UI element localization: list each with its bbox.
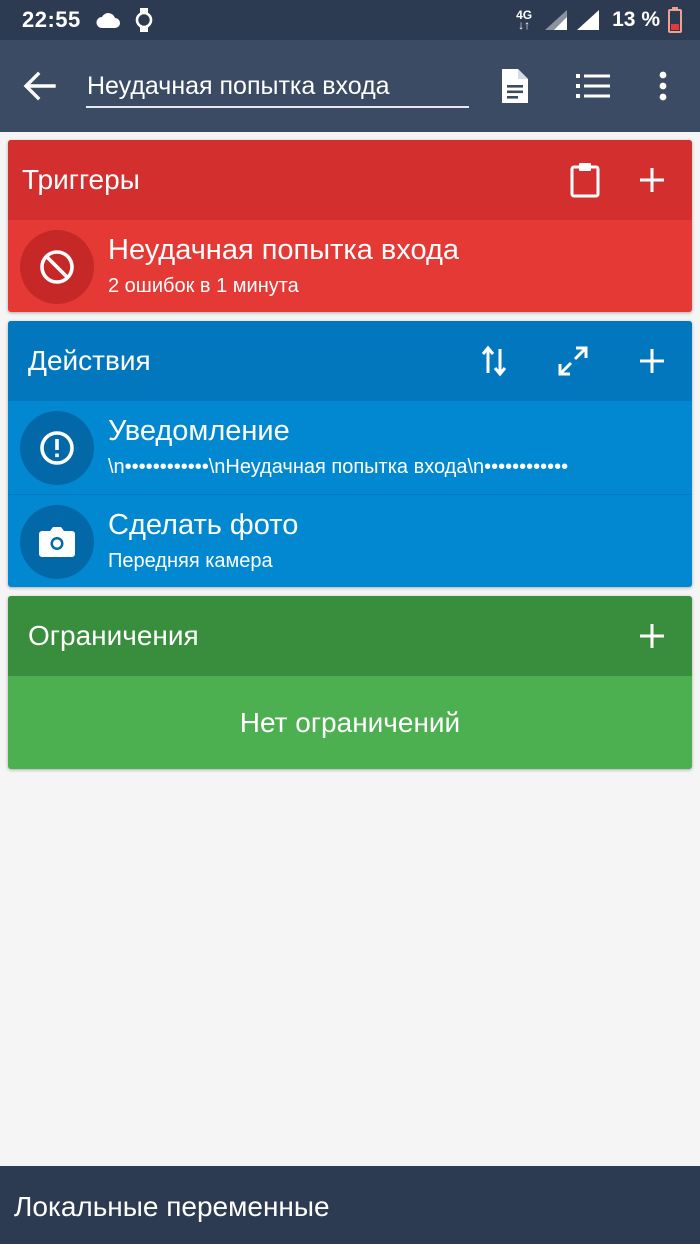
trigger-item[interactable]: Неудачная попытка входа 2 ошибок в 1 мин… [8,220,692,312]
more-vert-icon [659,71,667,101]
watch-icon [135,7,153,33]
signal-icon [576,9,600,31]
add-action-button[interactable] [632,341,672,381]
plus-icon [639,623,665,649]
alert-circle-icon [39,430,75,466]
local-variables-label: Локальные переменные [14,1191,330,1222]
constraints-title: Ограничения [28,620,199,651]
status-left: 22:55 [22,7,153,33]
macro-name-input[interactable] [86,68,469,104]
triggers-card: Триггеры Неудачная попытка входа 2 ошибо… [8,140,692,312]
document-icon [499,68,529,104]
trigger-item-icon [20,230,94,304]
camera-icon [39,527,75,557]
more-options-button[interactable] [643,66,683,106]
status-time: 22:55 [22,7,81,32]
add-trigger-button[interactable] [632,160,672,200]
trigger-item-title: Неудачная попытка входа [108,234,460,266]
network-type: 4G ↓↑ [516,9,532,32]
block-icon [39,249,75,285]
action-item-photo[interactable]: Сделать фото Передняя камера [8,494,692,587]
local-variables-bar[interactable]: Локальные переменные [0,1166,700,1244]
action-item-title: Уведомление [108,415,290,447]
triggers-title: Триггеры [22,164,140,195]
trigger-item-subtitle: 2 ошибок в 1 минута [108,275,299,297]
back-button[interactable] [18,66,62,106]
swap-vertical-icon [481,345,507,377]
signal-icon [544,9,568,31]
list-button[interactable] [573,66,613,106]
plus-icon [639,167,665,193]
macro-name-field[interactable] [86,68,469,108]
app-bar [0,40,700,132]
action-item-notification[interactable]: Уведомление \n••••••••••••\nНеудачная по… [8,401,692,494]
action-item-title: Сделать фото [108,509,299,541]
actions-header: Действия [8,321,692,401]
status-right: 4G ↓↑ 13 % [516,7,682,33]
action-item-subtitle: Передняя камера [108,550,273,572]
plus-icon [639,348,665,374]
add-constraint-button[interactable] [632,616,672,656]
constraints-header: Ограничения [8,596,692,676]
expand-actions-button[interactable] [553,341,593,381]
battery-percent: 13 % [612,8,660,31]
back-arrow-icon [18,66,62,106]
action-item-icon [20,411,94,485]
action-item-icon [20,505,94,579]
cloud-icon [95,11,121,29]
expand-icon [557,345,589,377]
paste-trigger-button[interactable] [565,160,605,200]
actions-title: Действия [28,345,151,376]
data-arrows-icon: ↓↑ [518,18,531,32]
constraints-card: Ограничения Нет ограничений [8,596,692,769]
no-constraints-text: Нет ограничений [239,706,461,738]
actions-card: Действия Уведомление \n••••••••••••\nНеу… [8,321,692,587]
list-icon [576,73,610,99]
status-bar: 22:55 4G ↓↑ 13 % [0,0,700,40]
clipboard-icon [570,162,600,198]
action-item-subtitle: \n••••••••••••\nНеудачная попытка входа\… [108,456,569,478]
document-button[interactable] [494,66,534,106]
reorder-actions-button[interactable] [474,341,514,381]
battery-low-icon [668,7,682,33]
triggers-header: Триггеры [8,140,692,220]
